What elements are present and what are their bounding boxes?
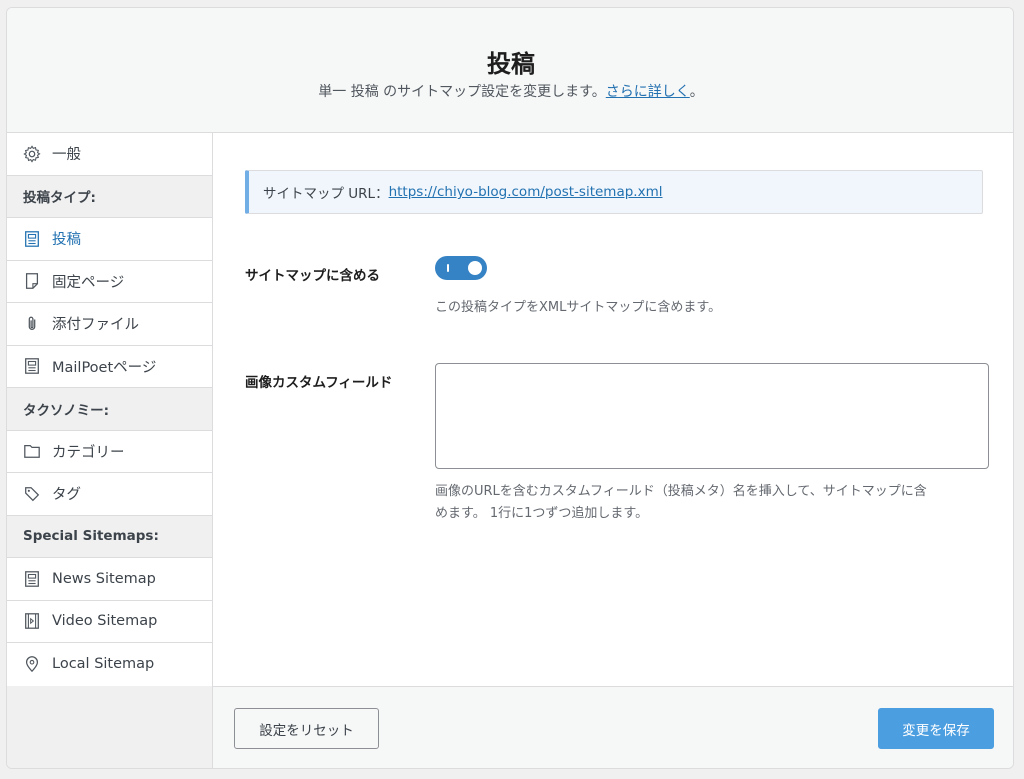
help-line: 画像のURLを含むカスタムフィールド（投稿メタ）名を挿入して、サイトマップに含 — [435, 484, 927, 499]
sidebar-item-label: News Sitemap — [52, 570, 156, 587]
sidebar-item-attachments[interactable]: 添付ファイル — [7, 303, 212, 346]
tag-icon — [23, 485, 41, 503]
toggle-knob — [468, 261, 482, 275]
sitemap-url-link[interactable]: https://chiyo-blog.com/post-sitemap.xml — [389, 184, 663, 200]
sidebar-item-label: 添付ファイル — [52, 317, 139, 334]
sidebar-item-local[interactable]: Local Sitemap — [7, 643, 212, 686]
sidebar-item-mailpoet[interactable]: MailPoetページ — [7, 345, 212, 388]
image-custom-fields-input[interactable] — [435, 363, 989, 469]
sidebar-item-label: MailPoetページ — [52, 359, 157, 376]
sidebar-item-general[interactable]: 一般 — [7, 133, 212, 176]
group-heading-post-types: 投稿タイプ: — [7, 175, 212, 218]
film-icon — [23, 612, 41, 630]
page-icon — [23, 272, 41, 290]
folder-icon — [23, 442, 41, 460]
sidebar-item-label: 固定ページ — [52, 274, 125, 291]
sidebar-item-news[interactable]: News Sitemap — [7, 558, 212, 601]
reset-settings-button[interactable]: 設定をリセット — [234, 708, 379, 749]
sidebar-item-posts[interactable]: 投稿 — [7, 218, 212, 261]
sidebar-item-label: Video Sitemap — [52, 613, 158, 630]
sidebar-item-pages[interactable]: 固定ページ — [7, 260, 212, 303]
footer-bar: 設定をリセット 変更を保存 — [213, 686, 1013, 768]
group-heading-special: Special Sitemaps: — [7, 515, 212, 558]
group-heading-taxonomies: タクソノミー: — [7, 388, 212, 431]
help-line: めます。 1行に1つずつ追加します。 — [435, 506, 649, 521]
sidebar-footer-space — [7, 686, 213, 768]
sidebar-item-label: Local Sitemap — [52, 656, 155, 673]
gear-icon — [23, 145, 41, 163]
include-in-sitemap-label: サイトマップに含める — [245, 268, 380, 284]
sitemap-url-notice: サイトマップ URL： https://chiyo-blog.com/post-s… — [245, 170, 983, 214]
sidebar-item-video[interactable]: Video Sitemap — [7, 600, 212, 643]
sidebar-item-tags[interactable]: タグ — [7, 473, 212, 516]
location-pin-icon — [23, 655, 41, 673]
sidebar-item-label: 投稿 — [52, 232, 81, 249]
post-icon — [23, 230, 41, 248]
page-header: 投稿 単一 投稿 のサイトマップ設定を変更します。さらに詳しく。 — [7, 8, 1013, 133]
save-changes-button[interactable]: 変更を保存 — [878, 708, 994, 749]
page-title: 投稿 — [487, 50, 535, 78]
sidebar: 一般 投稿タイプ: 投稿 固定ページ 添付ファイル MailPoetページ タク… — [7, 133, 213, 686]
settings-panel: 投稿 単一 投稿 のサイトマップ設定を変更します。さらに詳しく。 一般 投稿タイ… — [6, 7, 1014, 769]
include-help-text: この投稿タイプをXMLサイトマップに含めます。 — [435, 300, 722, 315]
page-description: 単一 投稿 のサイトマップ設定を変更します。さらに詳しく。 — [7, 81, 1013, 101]
image-fields-help-text: 画像のURLを含むカスタムフィールド（投稿メタ）名を挿入して、サイトマップに含 … — [435, 481, 995, 525]
sidebar-item-categories[interactable]: カテゴリー — [7, 430, 212, 473]
include-in-sitemap-toggle[interactable] — [435, 256, 487, 280]
sidebar-item-label: 一般 — [52, 147, 81, 164]
learn-more-link[interactable]: さらに詳しく — [606, 84, 690, 100]
main-content: サイトマップ URL： https://chiyo-blog.com/post-s… — [213, 133, 1013, 686]
description-text: 単一 投稿 のサイトマップ設定を変更します。 — [318, 84, 606, 100]
toggle-on-indicator — [447, 264, 449, 272]
sidebar-item-label: タグ — [52, 487, 81, 504]
sitemap-url-label: サイトマップ URL： — [263, 186, 389, 202]
sidebar-item-label: カテゴリー — [52, 444, 125, 461]
image-custom-fields-label: 画像カスタムフィールド — [245, 375, 393, 391]
paperclip-icon — [23, 315, 41, 333]
description-suffix: 。 — [689, 84, 704, 100]
newspaper-icon — [23, 357, 41, 375]
newspaper-icon — [23, 570, 41, 588]
